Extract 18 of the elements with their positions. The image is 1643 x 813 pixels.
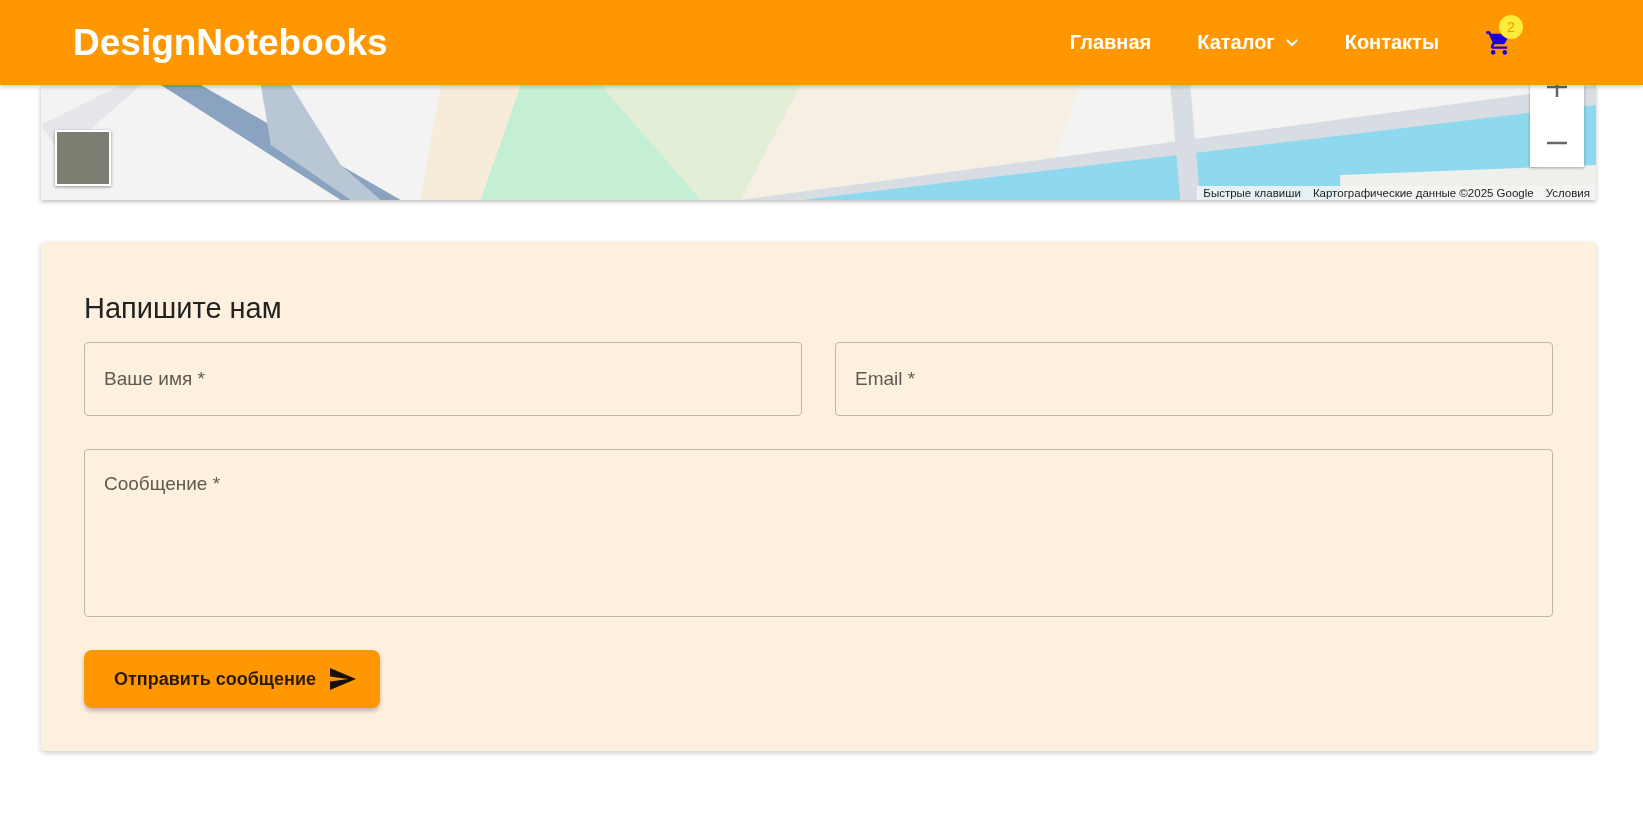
map-attribution-link[interactable]: Картографические данные ©2025 Google (1312, 187, 1534, 199)
cart-button[interactable]: 2 (1485, 14, 1523, 57)
satellite-view-thumbnail[interactable] (55, 130, 111, 186)
nav-link[interactable]: Главная (1069, 31, 1152, 54)
map-attribution-link[interactable]: Условия (1545, 187, 1590, 199)
send-message-button[interactable]: Отправить сообщение (84, 650, 380, 708)
nav-dropdown[interactable]: Каталог (1197, 31, 1299, 54)
input-field[interactable]: Ваше имя * (84, 342, 802, 416)
input-field[interactable]: Email * (835, 342, 1553, 416)
nav-link[interactable]: Контакты (1344, 31, 1439, 54)
site-logo[interactable]: DesignNotebooks (73, 21, 388, 64)
message-field[interactable]: Сообщение * (84, 449, 1553, 617)
map-attribution-link[interactable]: Быстрые клавиши (1203, 187, 1301, 199)
send-icon (330, 668, 356, 690)
zoom-out-button[interactable] (1547, 141, 1567, 145)
chevron-down-icon (1284, 38, 1299, 47)
form-title: Напишите нам (84, 292, 283, 325)
cart-count-badge: 2 (1499, 14, 1523, 39)
